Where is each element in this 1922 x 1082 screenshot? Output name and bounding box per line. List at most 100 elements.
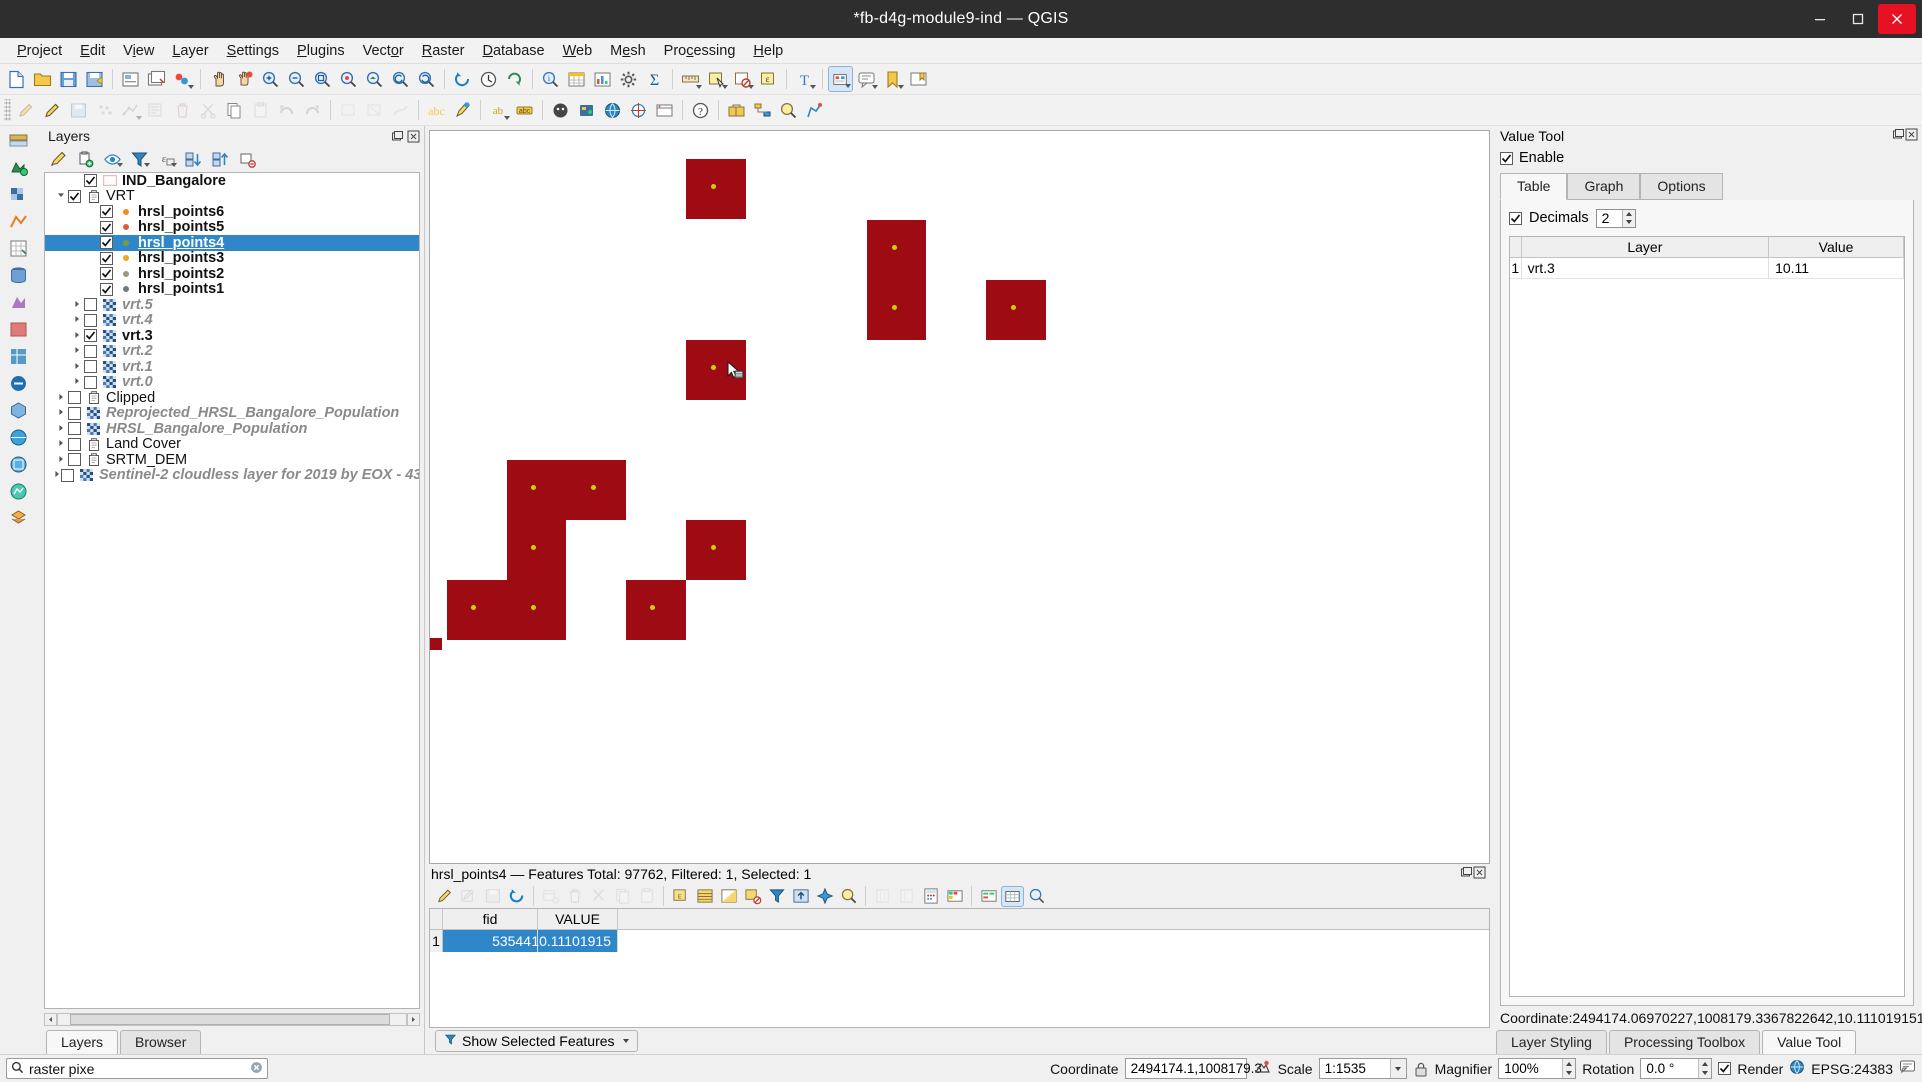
model-designer-icon[interactable]	[750, 97, 775, 123]
new-bookmark-icon[interactable]	[880, 66, 905, 92]
redo-icon[interactable]	[300, 97, 325, 123]
layers-panel-close-button[interactable]	[407, 130, 420, 143]
value-tool-icon[interactable]	[828, 66, 853, 92]
select-by-expression-icon[interactable]: ε	[756, 66, 781, 92]
value-tool-tab-graph[interactable]: Graph	[1567, 173, 1641, 200]
chevron-right-icon[interactable]	[53, 424, 68, 434]
layer-visibility-checkbox[interactable]	[100, 205, 113, 219]
attribute-table-close-button[interactable]	[1473, 866, 1486, 882]
layer-tree[interactable]: IND_Bangalore VRT hrsl_points6 hrsl_points5…	[44, 172, 420, 1009]
magnifier-down-button[interactable]	[1563, 1068, 1576, 1078]
layer-tree-item[interactable]: hrsl_points6	[45, 204, 419, 220]
zoom-next-icon[interactable]	[414, 66, 439, 92]
layer-visibility-checkbox[interactable]	[84, 313, 97, 327]
layer-tree-hscroll[interactable]	[44, 1011, 420, 1027]
processing-toolbox-icon[interactable]	[724, 97, 749, 123]
menu-view[interactable]: View	[114, 40, 163, 62]
change-label-icon[interactable]: abc	[512, 97, 537, 123]
rotation-stepper[interactable]	[1698, 1059, 1712, 1078]
toggle-extents-icon[interactable]	[1253, 1059, 1272, 1079]
table-view-icon[interactable]	[1001, 885, 1024, 907]
style-manager-icon[interactable]	[170, 66, 195, 92]
decimals-down-button[interactable]	[1622, 218, 1635, 227]
layer-visibility-checkbox[interactable]	[100, 236, 113, 250]
map-canvas[interactable]	[430, 131, 1489, 863]
value-tool-close-button[interactable]	[1905, 128, 1918, 144]
delete-feature-row-icon[interactable]	[563, 886, 586, 907]
attribute-cell-fid[interactable]: 53544	[443, 930, 538, 952]
qgis2web-icon[interactable]	[652, 97, 677, 123]
chevron-right-icon[interactable]	[53, 439, 68, 449]
move-selection-to-top-icon[interactable]	[789, 886, 812, 907]
zoom-out-icon[interactable]	[284, 66, 309, 92]
zoom-to-layer-icon[interactable]	[362, 66, 387, 92]
layers-panel-float-button[interactable]	[391, 130, 404, 143]
magnifier-up-button[interactable]	[1563, 1059, 1576, 1069]
chevron-right-icon[interactable]	[69, 331, 84, 341]
decimals-spinbox[interactable]: 2	[1595, 208, 1636, 228]
add-feature-icon[interactable]	[92, 97, 117, 123]
plugin-extra-icon[interactable]	[802, 97, 827, 123]
crs-label[interactable]: EPSG:24383	[1811, 1061, 1893, 1077]
layer-visibility-checkbox[interactable]	[84, 298, 97, 312]
enable-row[interactable]: Enable	[1500, 146, 1914, 170]
show-selected-features-button[interactable]: Show Selected Features	[435, 1030, 638, 1052]
chevron-right-icon[interactable]	[69, 362, 84, 372]
add-delimited-text-icon[interactable]	[6, 235, 31, 261]
right-panel-tab-layer-styling[interactable]: Layer Styling	[1496, 1030, 1607, 1054]
attribute-table-float-button[interactable]	[1460, 866, 1473, 882]
layer-tree-item[interactable]: SRTM_DEM	[45, 452, 419, 468]
new-print-layout-icon[interactable]	[118, 66, 143, 92]
add-mssql-layer-icon[interactable]	[6, 316, 31, 342]
menu-edit[interactable]: Edit	[71, 40, 114, 62]
delete-part-icon[interactable]	[362, 97, 387, 123]
toggle-multi-edit-icon[interactable]	[457, 886, 480, 907]
value-table-column-header[interactable]: Layer	[1522, 237, 1770, 257]
layer-visibility-checkbox[interactable]	[68, 453, 81, 467]
help-icon[interactable]: ?	[688, 97, 713, 123]
layer-visibility-checkbox[interactable]	[68, 406, 81, 420]
vertex-tool-icon[interactable]	[118, 97, 143, 123]
zoom-to-selection-icon[interactable]	[336, 66, 361, 92]
left-panel-tab-layers[interactable]: Layers	[46, 1030, 119, 1054]
menu-processing[interactable]: Processing	[655, 40, 745, 62]
save-edits-icon[interactable]	[481, 886, 504, 907]
rotation-value[interactable]: 0.0 °	[1641, 1059, 1698, 1078]
layer-visibility-checkbox[interactable]	[84, 344, 97, 358]
chevron-right-icon[interactable]	[53, 455, 68, 465]
select-by-expression-table-icon[interactable]: ε	[669, 886, 692, 907]
copy-features-icon[interactable]	[222, 97, 247, 123]
select-all-icon[interactable]	[693, 886, 716, 907]
menu-web[interactable]: Web	[554, 40, 602, 62]
add-spatialite-icon[interactable]	[6, 289, 31, 315]
layer-tree-item[interactable]: vrt.0	[45, 374, 419, 390]
layer-visibility-checkbox[interactable]	[84, 174, 97, 188]
coordinate-field[interactable]: 2494174.1,1008179.3	[1124, 1058, 1262, 1079]
menu-layer[interactable]: Layer	[163, 40, 217, 62]
cut-rows-icon[interactable]	[587, 886, 610, 907]
layer-visibility-checkbox[interactable]	[100, 267, 113, 281]
add-raster-layer-icon[interactable]	[6, 181, 31, 207]
add-postgis-layer-icon[interactable]	[6, 262, 31, 288]
zoom-map-to-selection-icon[interactable]	[837, 886, 860, 907]
add-wfs-layer-icon[interactable]	[6, 478, 31, 504]
pan-map-to-selection-icon[interactable]	[813, 886, 836, 907]
layout-manager-icon[interactable]	[144, 66, 169, 92]
menu-vector[interactable]: Vector	[354, 40, 413, 62]
sum-icon[interactable]: Σ	[642, 66, 667, 92]
pan-to-selection-icon[interactable]	[232, 66, 257, 92]
layer-visibility-checkbox[interactable]	[84, 329, 97, 343]
value-table-column-header[interactable]: Value	[1769, 237, 1904, 257]
new-field-icon[interactable]	[871, 886, 894, 907]
messages-log-icon[interactable]	[1899, 1059, 1916, 1078]
search-plugin-icon[interactable]	[776, 97, 801, 123]
map-canvas-container[interactable]	[429, 130, 1490, 864]
attribute-cell-value[interactable]: 10.11101915	[531, 930, 618, 952]
filter-legend-icon[interactable]	[127, 148, 151, 170]
layer-visibility-checkbox[interactable]	[84, 375, 97, 389]
menu-database[interactable]: Database	[473, 40, 553, 62]
maximize-button[interactable]	[1840, 4, 1876, 34]
save-project-icon[interactable]	[56, 66, 81, 92]
add-vectortile-layer-icon[interactable]	[6, 505, 31, 531]
statistical-summary-icon[interactable]	[590, 66, 615, 92]
